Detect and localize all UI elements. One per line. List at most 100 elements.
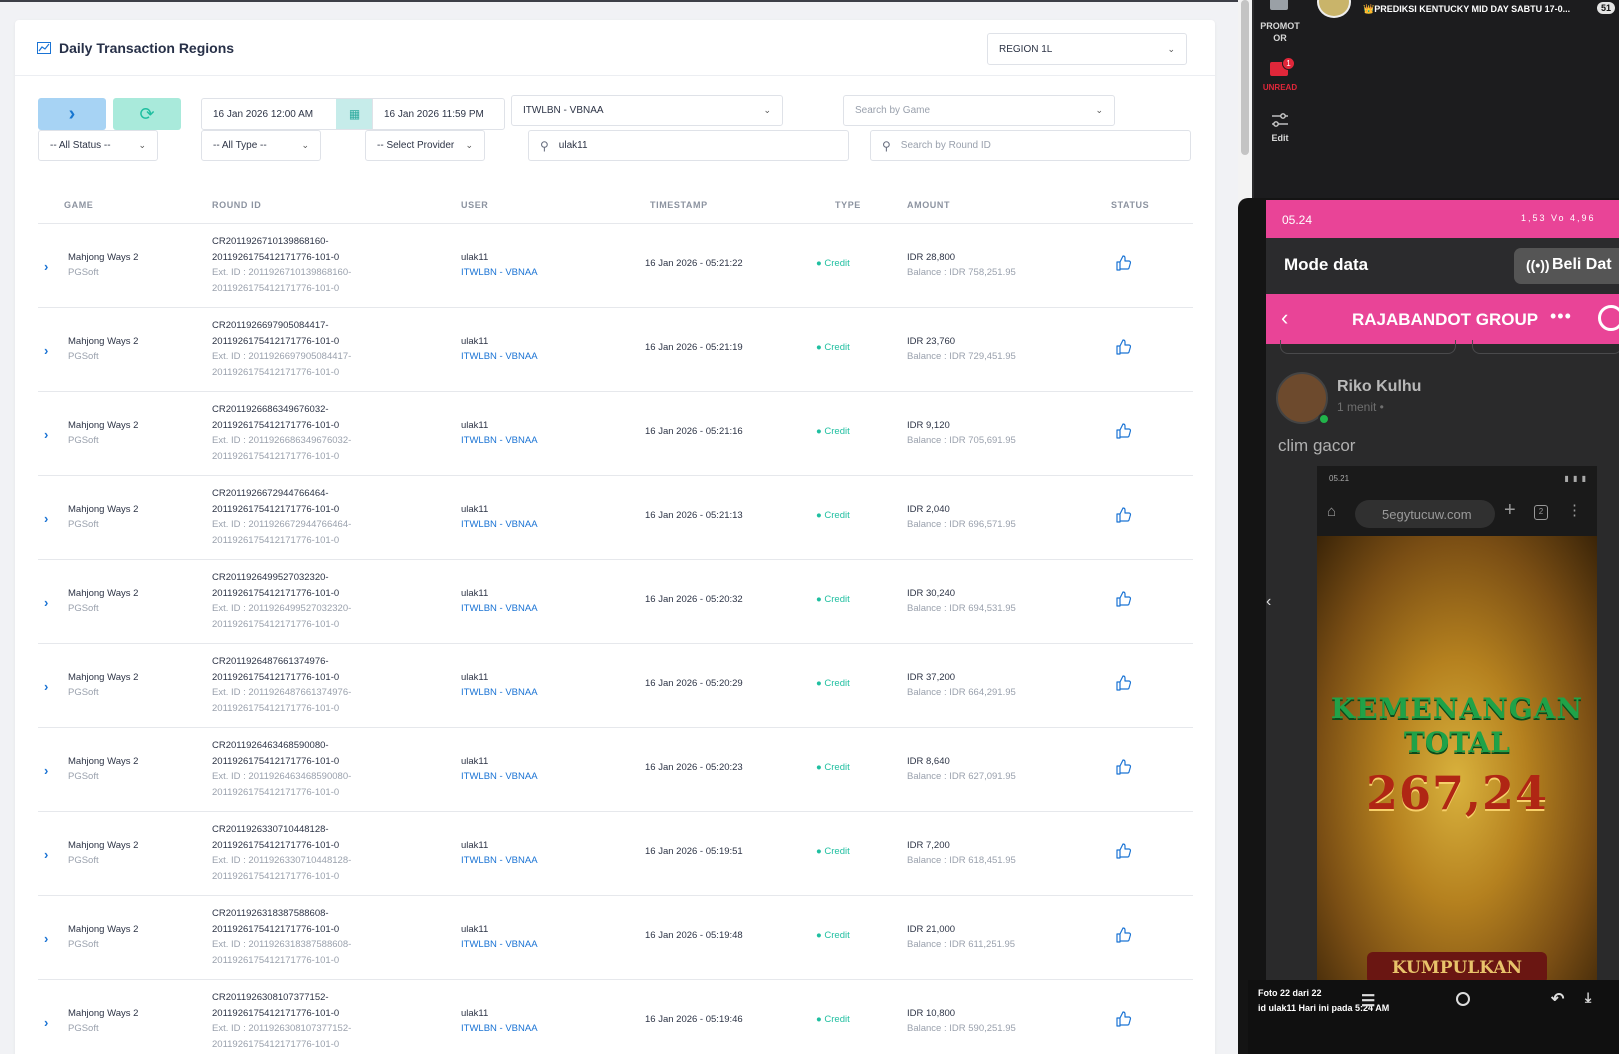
expand-icon[interactable]: ›: [44, 1015, 48, 1030]
menu-nav-icon: ☰: [1361, 993, 1376, 1010]
amount-value: IDR 7,200: [907, 840, 950, 851]
date-start-field[interactable]: 16 Jan 2026 12:00 AM: [201, 98, 337, 130]
folder-icon[interactable]: [1270, 0, 1288, 10]
table-row[interactable]: › Mahjong Ways 2 PGSoft CR20119263183875886…: [38, 896, 1193, 980]
chat-top-strip[interactable]: 👑PREDIKSI KENTUCKY MID DAY SABTU 17-0...…: [1306, 0, 1619, 20]
user-group-link[interactable]: ITWLBN - VBNAA: [461, 685, 538, 700]
table-row[interactable]: › Mahjong Ways 2 PGSoft CR20119266729447664…: [38, 476, 1193, 560]
user-group-link[interactable]: ITWLBN - VBNAA: [461, 937, 538, 952]
ext-id-line2: 2011926175412171776-101-0: [212, 870, 340, 882]
type-cell: ● Credit: [816, 678, 850, 689]
balance-value: Balance : IDR 705,691.95: [907, 435, 1016, 446]
user-group-link[interactable]: ITWLBN - VBNAA: [461, 1021, 538, 1036]
type-cell: ● Credit: [816, 930, 850, 941]
nav-unread[interactable]: UNREAD: [1254, 83, 1306, 92]
table-row[interactable]: › Mahjong Ways 2 PGSoft CR20119267101398681…: [38, 224, 1193, 308]
table-row[interactable]: › Mahjong Ways 2 PGSoft CR20119264876613749…: [38, 644, 1193, 728]
table-row[interactable]: › Mahjong Ways 2 PGSoft CR20119266979050844…: [38, 308, 1193, 392]
submit-button[interactable]: ›: [38, 98, 106, 130]
game-provider: PGSoft: [68, 771, 99, 782]
filter-icon[interactable]: [1271, 112, 1289, 128]
expand-icon[interactable]: ›: [44, 679, 48, 694]
expand-icon[interactable]: ›: [44, 511, 48, 526]
phone-mode-bar: Mode data ((•)) Beli Dat: [1266, 238, 1619, 294]
expand-icon[interactable]: ›: [44, 763, 48, 778]
chevron-down-icon: ⌄: [1167, 43, 1175, 54]
user-group-link[interactable]: ITWLBN - VBNAA: [461, 601, 538, 616]
table-row[interactable]: › Mahjong Ways 2 PGSoft CR20119263307104481…: [38, 812, 1193, 896]
round-id-line2: 2011926175412171776-101-0: [212, 923, 340, 935]
nav-promotor[interactable]: PROMOT OR: [1254, 20, 1306, 44]
scrollbar-thumb[interactable]: [1241, 0, 1249, 155]
calendar-icon[interactable]: ▦: [336, 98, 373, 130]
user-group-link[interactable]: ITWLBN - VBNAA: [461, 853, 538, 868]
round-id-cell: CR2011926672944766464- 201192617541217177…: [212, 486, 382, 548]
ext-id-line1: Ext. ID : 2011926672944766464-: [212, 519, 352, 530]
beli-label: Beli Dat: [1552, 256, 1612, 273]
amount-cell: IDR 10,800 Balance : IDR 590,251.95: [907, 1006, 1016, 1036]
user-search-input[interactable]: ⚲ ulak11: [528, 130, 849, 161]
balance-value: Balance : IDR 618,451.95: [907, 855, 1016, 866]
expand-icon[interactable]: ›: [44, 343, 48, 358]
round-id-line2: 2011926175412171776-101-0: [212, 671, 340, 683]
game-search-select[interactable]: Search by Game ⌄: [843, 95, 1115, 126]
refresh-button[interactable]: ⟳: [113, 98, 181, 130]
round-search-input[interactable]: ⚲ Search by Round ID: [870, 130, 1191, 161]
table-row[interactable]: › Mahjong Ways 2 PGSoft CR20119266863496760…: [38, 392, 1193, 476]
chat-message: clim gacor: [1278, 436, 1356, 455]
user-group-link[interactable]: ITWLBN - VBNAA: [461, 349, 538, 364]
expand-icon[interactable]: ›: [44, 847, 48, 862]
inner-status-bar: 05.21 ▮ ▮ ▮: [1317, 466, 1597, 490]
inner-status-icons: ▮ ▮ ▮: [1564, 474, 1587, 483]
provider-select[interactable]: -- Select Provider ⌄: [365, 130, 485, 161]
chat-title: 👑PREDIKSI KENTUCKY MID DAY SABTU 17-0...: [1363, 4, 1571, 14]
region-select[interactable]: REGION 1L ⌄: [987, 33, 1187, 65]
search-icon: ⚲: [882, 138, 891, 153]
table-row[interactable]: › Mahjong Ways 2 PGSoft CR20119264995270323…: [38, 560, 1193, 644]
expand-icon[interactable]: ›: [44, 931, 48, 946]
balance-value: Balance : IDR 664,291.95: [907, 687, 1016, 698]
expand-icon[interactable]: ›: [44, 595, 48, 610]
balance-value: Balance : IDR 696,571.95: [907, 519, 1016, 530]
user-group-link[interactable]: ITWLBN - VBNAA: [461, 265, 538, 280]
type-select[interactable]: -- All Type -- ⌄: [201, 130, 321, 161]
status-select[interactable]: -- All Status -- ⌄: [38, 130, 158, 161]
balance-value: Balance : IDR 694,531.95: [907, 603, 1016, 614]
user-group-link[interactable]: ITWLBN - VBNAA: [461, 517, 538, 532]
table-row[interactable]: › Mahjong Ways 2 PGSoft CR20119263081073771…: [38, 980, 1193, 1054]
user-group-link[interactable]: ITWLBN - VBNAA: [461, 433, 538, 448]
amount-value: IDR 28,800: [907, 252, 956, 263]
type-label: Credit: [824, 930, 850, 941]
ext-id-line1: Ext. ID : 2011926487661374976-: [212, 687, 352, 698]
ext-id-line1: Ext. ID : 2011926308107377152-: [212, 1023, 352, 1034]
user-group-link[interactable]: ITWLBN - VBNAA: [461, 769, 538, 784]
chevron-down-icon: ⌄: [465, 140, 473, 150]
date-end-value: 16 Jan 2026 11:59 PM: [384, 108, 484, 120]
date-end-field[interactable]: 16 Jan 2026 11:59 PM: [372, 98, 505, 130]
phone-chat-header: ‹ RAJABANDOT GROUP •••: [1266, 294, 1619, 344]
game-cell: Mahjong Ways 2 PGSoft: [68, 838, 138, 868]
amount-cell: IDR 37,200 Balance : IDR 664,291.95: [907, 670, 1016, 700]
agent-select[interactable]: ITWLBN - VBNAA ⌄: [511, 95, 783, 126]
game-cell: Mahjong Ways 2 PGSoft: [68, 754, 138, 784]
thumbs-up-icon: [1116, 507, 1132, 523]
expand-icon[interactable]: ›: [44, 427, 48, 442]
chevron-down-icon: ⌄: [763, 105, 771, 115]
pill-decor: [1472, 340, 1619, 354]
amount-cell: IDR 28,800 Balance : IDR 758,251.95: [907, 250, 1016, 280]
embedded-screenshot: 05.21 ▮ ▮ ▮ ⌂ 5egytucuw.com + 2 ⋮ KEMENA…: [1317, 466, 1597, 1026]
nav-edit[interactable]: Edit: [1254, 133, 1306, 143]
prev-photo-icon[interactable]: ‹: [1266, 593, 1271, 611]
round-id-line2: 2011926175412171776-101-0: [212, 839, 340, 851]
round-id-line2: 2011926175412171776-101-0: [212, 1007, 340, 1019]
thumbs-up-icon: [1116, 927, 1132, 943]
transaction-card: Daily Transaction Regions REGION 1L ⌄ › …: [15, 20, 1215, 1054]
user-cell: ulak11 ITWLBN - VBNAA: [461, 334, 538, 364]
expand-icon[interactable]: ›: [44, 259, 48, 274]
download-icon[interactable]: ⤓: [1585, 989, 1591, 1006]
unread-badge: 1: [1282, 57, 1295, 70]
table-row[interactable]: › Mahjong Ways 2 PGSoft CR20119264634685900…: [38, 728, 1193, 812]
phone-status-icons: 1,53 Vo 4,96: [1521, 213, 1596, 223]
user-name: ulak11: [461, 336, 489, 347]
round-id-line1: CR2011926318387588608-: [212, 908, 329, 919]
